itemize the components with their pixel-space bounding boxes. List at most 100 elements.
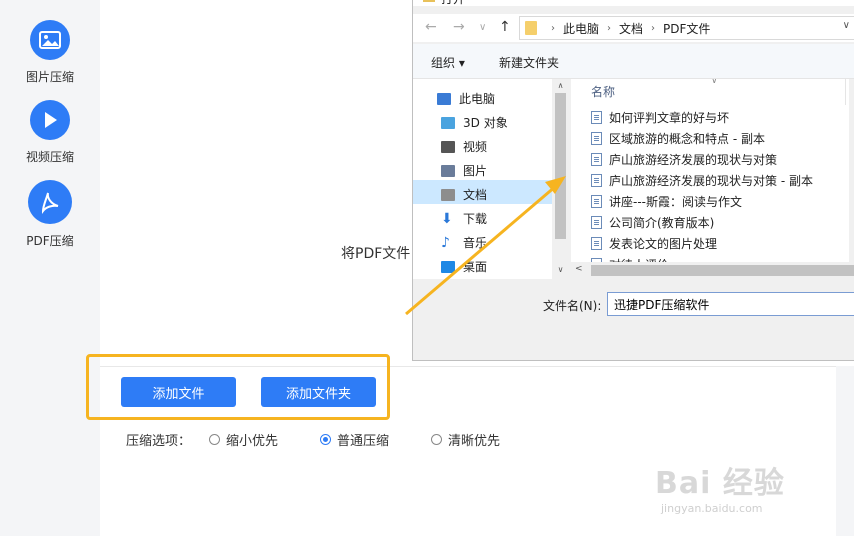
file-list: 名称 ∨ 如何评判文章的好与坏 2 区域旅游的概念和特点 - 副本 2 庐山旅游… xyxy=(571,79,854,279)
radio-clarity-first[interactable] xyxy=(431,434,443,445)
option-label: 清晰优先 xyxy=(448,434,501,449)
file-open-dialog: 打开 ← → ∨ ↑ › 此电脑 › 文档 › PDF文件 ∨ 组织 ▾ 新建文… xyxy=(412,0,854,361)
column-divider[interactable] xyxy=(845,79,846,105)
option-clarity-first[interactable]: 清晰优先 xyxy=(431,430,500,449)
file-name: 讲座---斯霞：阅读与作文 xyxy=(609,195,742,209)
tree-item-this-pc[interactable]: 此电脑 xyxy=(437,90,495,107)
scroll-left-icon[interactable]: < xyxy=(575,264,583,274)
drop-zone-hint[interactable]: 将PDF文件 xyxy=(341,243,410,263)
filename-input[interactable] xyxy=(607,292,854,316)
sidebar: 图片压缩 视频压缩 PDF压缩 xyxy=(0,0,100,535)
watermark-logo: Bai 经验 xyxy=(655,466,785,501)
picture-icon xyxy=(441,164,455,177)
document-icon xyxy=(441,188,455,201)
file-list-vscrollbar[interactable] xyxy=(849,79,854,262)
tree-item-label: 3D 对象 xyxy=(463,116,508,130)
option-shrink-first[interactable]: 缩小优先 xyxy=(209,430,278,449)
file-row[interactable]: 发表论文的图片处理 xyxy=(591,235,717,252)
file-row[interactable]: 区域旅游的概念和特点 - 副本 xyxy=(591,130,765,147)
sidebar-item-label: 视频压缩 xyxy=(25,150,74,164)
address-bar[interactable]: › 此电脑 › 文档 › PDF文件 ∨ xyxy=(519,16,854,40)
scrollbar-thumb[interactable] xyxy=(591,265,854,276)
dialog-title-bar: 打开 xyxy=(413,0,854,6)
file-row[interactable]: 讲座---斯霞：阅读与作文 xyxy=(591,193,742,210)
file-name: 庐山旅游经济发展的现状与对策 xyxy=(609,153,778,167)
sidebar-item-image-compress[interactable]: 图片压缩 xyxy=(0,20,100,85)
sidebar-item-label: 图片压缩 xyxy=(25,70,74,84)
chevron-down-icon[interactable]: ∨ xyxy=(843,20,850,31)
pdf-file-icon xyxy=(591,111,602,124)
file-row[interactable]: 如何评判文章的好与坏 xyxy=(591,109,729,126)
folder-icon xyxy=(423,0,435,2)
dialog-nav-bar: ← → ∨ ↑ › 此电脑 › 文档 › PDF文件 ∨ xyxy=(413,14,854,42)
file-row[interactable]: 庐山旅游经济发展的现状与对策 - 副本 xyxy=(591,172,813,189)
desktop-icon xyxy=(441,260,455,273)
sidebar-item-video-compress[interactable]: 视频压缩 xyxy=(0,100,100,165)
organize-menu[interactable]: 组织 ▾ xyxy=(431,54,465,71)
chevron-right-icon: › xyxy=(607,22,612,34)
tree-item-label: 图片 xyxy=(463,164,488,178)
dialog-title: 打开 xyxy=(441,0,465,7)
watermark-url: jingyan.baidu.com xyxy=(661,502,763,515)
tree-item-music[interactable]: ♪ 音乐 xyxy=(441,234,487,251)
option-normal[interactable]: 普通压缩 xyxy=(320,430,389,449)
forward-arrow-icon[interactable]: → xyxy=(453,19,465,35)
options-label: 压缩选项： xyxy=(126,434,192,449)
tree-item-label: 桌面 xyxy=(463,260,488,274)
sidebar-item-label: PDF压缩 xyxy=(26,234,74,248)
recent-chevron-icon[interactable]: ∨ xyxy=(479,22,486,33)
new-folder-button[interactable]: 新建文件夹 xyxy=(499,54,559,71)
folder-icon xyxy=(525,21,537,35)
tree-item-videos[interactable]: 视频 xyxy=(441,138,487,155)
option-label: 缩小优先 xyxy=(226,434,279,449)
scrollbar-thumb[interactable] xyxy=(555,93,566,239)
back-arrow-icon[interactable]: ← xyxy=(425,19,437,35)
pdf-file-icon xyxy=(591,174,602,187)
sidebar-item-pdf-compress[interactable]: PDF压缩 xyxy=(0,180,100,249)
breadcrumb-documents[interactable]: 文档 xyxy=(619,20,643,37)
compress-options: 压缩选项： 缩小优先 普通压缩 清晰优先 xyxy=(126,430,500,449)
pdf-file-icon xyxy=(591,195,602,208)
pdf-file-icon xyxy=(591,237,602,250)
pdf-file-icon xyxy=(591,153,602,166)
pdf-icon xyxy=(28,180,72,224)
radio-normal[interactable] xyxy=(320,434,332,445)
tree-item-label: 音乐 xyxy=(463,236,488,250)
tree-item-documents[interactable]: 文档 xyxy=(441,186,487,203)
tree-item-pictures[interactable]: 图片 xyxy=(441,162,487,179)
film-icon xyxy=(441,140,455,153)
tree-item-label: 下载 xyxy=(463,212,488,226)
download-arrow-icon: ⬇ xyxy=(441,210,453,227)
file-name: 发表论文的图片处理 xyxy=(609,237,718,251)
chevron-right-icon: › xyxy=(651,22,656,34)
computer-icon xyxy=(437,92,451,105)
tree-item-downloads[interactable]: ⬇ 下载 xyxy=(441,210,487,227)
chevron-right-icon: › xyxy=(551,22,555,34)
file-name: 公司简介(教育版本) xyxy=(609,216,715,230)
image-icon xyxy=(30,20,70,60)
filename-label: 文件名(N): xyxy=(543,299,602,313)
file-name: 庐山旅游经济发展的现状与对策 - 副本 xyxy=(609,174,813,188)
breadcrumb-pdf-folder[interactable]: PDF文件 xyxy=(663,20,710,37)
file-list-hscrollbar[interactable]: < xyxy=(571,262,854,279)
column-header-name[interactable]: 名称 xyxy=(591,83,615,100)
radio-shrink-first[interactable] xyxy=(209,434,221,445)
tree-item-3d-objects[interactable]: 3D 对象 xyxy=(441,114,508,131)
dialog-toolbar: 组织 ▾ 新建文件夹 xyxy=(413,44,854,79)
baidu-watermark: Bai 经验 jingyan.baidu.com xyxy=(655,458,785,515)
scroll-down-icon[interactable]: ∨ xyxy=(552,265,569,274)
file-row[interactable]: 公司简介(教育版本) xyxy=(591,214,714,231)
breadcrumb-this-pc[interactable]: 此电脑 xyxy=(563,20,599,37)
tree-item-label: 文档 xyxy=(463,188,488,202)
scroll-up-icon[interactable]: ∧ xyxy=(552,81,569,90)
up-arrow-icon[interactable]: ↑ xyxy=(499,19,511,35)
navigation-tree: 此电脑 3D 对象 视频 图片 文档 ⬇ 下载 ♪ 音乐 桌面 xyxy=(413,79,568,279)
file-name: 区域旅游的概念和特点 - 副本 xyxy=(609,132,765,146)
file-name: 如何评判文章的好与坏 xyxy=(609,111,730,125)
tree-item-label: 此电脑 xyxy=(459,92,496,106)
tree-scrollbar[interactable]: ∧ ∨ xyxy=(552,79,569,279)
file-row[interactable]: 庐山旅游经济发展的现状与对策 xyxy=(591,151,777,168)
sort-chevron-icon: ∨ xyxy=(711,79,718,86)
tree-item-desktop[interactable]: 桌面 xyxy=(441,258,487,275)
pdf-file-icon xyxy=(591,132,602,145)
